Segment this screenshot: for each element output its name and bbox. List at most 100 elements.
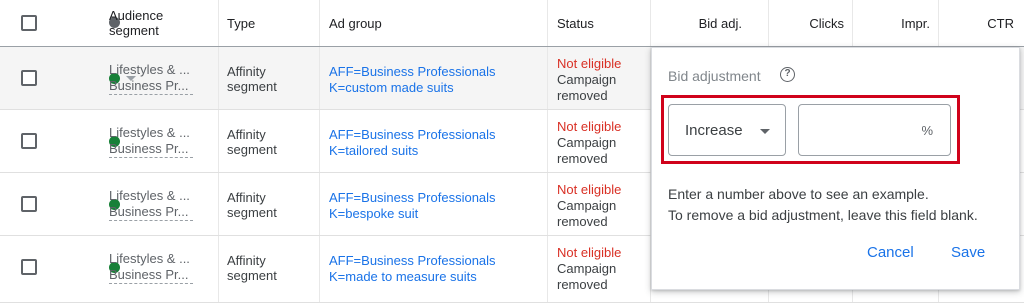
header-ad-group-label: Ad group [329, 16, 382, 31]
bid-adjustment-input[interactable] [807, 119, 917, 141]
row-segment-cell: Lifestyles & ... Business Pr... [100, 173, 219, 235]
row-checkbox-cell [0, 173, 50, 235]
status-line3: removed [557, 151, 608, 166]
row-checkbox[interactable] [21, 196, 37, 212]
segment-type: Affinity segment [227, 127, 277, 157]
table-header: Audience segment Type Ad group Status Bi… [0, 0, 1024, 47]
status-not-eligible[interactable]: Not eligible [557, 56, 621, 72]
type-line1: Affinity [227, 253, 266, 268]
select-value: Increase [685, 122, 743, 139]
chevron-down-icon [760, 129, 770, 134]
ad-group-line1: AFF=Business Professionals [329, 190, 496, 205]
row-checkbox-cell [0, 47, 50, 109]
ad-group-line1: AFF=Business Professionals [329, 64, 496, 79]
row-status-cell [50, 173, 120, 235]
row-type-cell: Affinity segment [219, 236, 320, 302]
row-ad-group-cell: AFF=Business Professionals K=bespoke sui… [320, 173, 548, 235]
header-type-label: Type [227, 16, 256, 31]
row-status-text-cell: Not eligible Campaign removed [548, 236, 651, 302]
helper-text-line1: Enter a number above to see an example. [668, 186, 929, 202]
header-impr[interactable]: Impr. [853, 0, 939, 46]
status-not-eligible[interactable]: Not eligible [557, 245, 621, 261]
row-checkbox-cell [0, 110, 50, 172]
save-button[interactable]: Save [951, 244, 985, 261]
cancel-button[interactable]: Cancel [867, 244, 914, 261]
ad-group-link[interactable]: AFF=Business Professionals K=custom made… [329, 64, 496, 96]
bid-adjustment-popup: Bid adjustment ? Increase % Enter a numb… [651, 47, 1020, 290]
segment-line2: Business Pr... [109, 204, 193, 221]
header-type[interactable]: Type [219, 0, 320, 46]
segment-line2: Business Pr... [109, 78, 193, 95]
header-bid-adj[interactable]: Bid adj. [651, 0, 769, 46]
row-ad-group-cell: AFF=Business Professionals K=custom made… [320, 47, 548, 109]
row-segment-cell: Lifestyles & ... Business Pr... [100, 110, 219, 172]
row-status-cell [50, 47, 136, 109]
type-line2: segment [227, 142, 277, 157]
segment-line1: Lifestyles & ... [109, 251, 190, 266]
row-segment-cell: Lifestyles & ... Business Pr... [100, 236, 219, 302]
status-text: Not eligible Campaign removed [557, 56, 621, 104]
status-line3: removed [557, 214, 608, 229]
header-status-label: Status [557, 16, 594, 31]
audience-segment-name[interactable]: Lifestyles & ... Business Pr... [109, 251, 209, 284]
status-line3: removed [557, 277, 608, 292]
row-checkbox[interactable] [21, 259, 37, 275]
status-text: Not eligible Campaign removed [557, 245, 621, 293]
segment-type: Affinity segment [227, 253, 277, 283]
header-clicks[interactable]: Clicks [769, 0, 853, 46]
percent-suffix: % [921, 123, 933, 138]
ad-group-line2: K=bespoke suit [329, 206, 419, 221]
type-line1: Affinity [227, 190, 266, 205]
audience-segment-name[interactable]: Lifestyles & ... Business Pr... [109, 188, 209, 221]
row-ad-group-cell: AFF=Business Professionals K=made to mea… [320, 236, 548, 302]
adjustment-direction-select[interactable]: Increase [668, 104, 786, 156]
status-text: Not eligible Campaign removed [557, 119, 621, 167]
header-status[interactable]: Status [548, 0, 651, 46]
helper-text-line2: To remove a bid adjustment, leave this f… [668, 207, 978, 223]
segment-type: Affinity segment [227, 64, 277, 94]
status-line2: Campaign [557, 261, 617, 276]
select-all-checkbox[interactable] [21, 15, 37, 31]
segment-line1: Lifestyles & ... [109, 62, 190, 77]
row-status-text-cell: Not eligible Campaign removed [548, 173, 651, 235]
header-bid-adj-label: Bid adj. [698, 16, 742, 31]
ad-group-line1: AFF=Business Professionals [329, 253, 496, 268]
header-ctr[interactable]: CTR [939, 0, 1024, 46]
status-line2: Campaign [557, 135, 617, 150]
header-status-dot-cell [50, 0, 120, 46]
header-ad-group[interactable]: Ad group [320, 0, 548, 46]
status-line2: Campaign [557, 198, 617, 213]
header-clicks-label: Clicks [809, 16, 844, 31]
segment-line1: Lifestyles & ... [109, 188, 190, 203]
ad-group-line2: K=made to measure suits [329, 269, 477, 284]
row-checkbox-cell [0, 236, 50, 302]
row-segment-cell: Lifestyles & ... Business Pr... [100, 47, 219, 109]
row-type-cell: Affinity segment [219, 47, 320, 109]
type-line2: segment [227, 205, 277, 220]
header-audience-segment-line1: Audience [109, 8, 164, 23]
row-status-cell [50, 236, 120, 302]
audience-segment-name[interactable]: Lifestyles & ... Business Pr... [109, 125, 209, 158]
type-line2: segment [227, 268, 277, 283]
status-not-eligible[interactable]: Not eligible [557, 119, 621, 135]
status-text: Not eligible Campaign removed [557, 182, 621, 230]
type-line1: Affinity [227, 64, 266, 79]
type-line1: Affinity [227, 127, 266, 142]
row-status-text-cell: Not eligible Campaign removed [548, 110, 651, 172]
row-status-text-cell: Not eligible Campaign removed [548, 47, 651, 109]
segment-line2: Business Pr... [109, 267, 193, 284]
ad-group-link[interactable]: AFF=Business Professionals K=made to mea… [329, 253, 496, 285]
ad-group-link[interactable]: AFF=Business Professionals K=bespoke sui… [329, 190, 496, 222]
row-checkbox[interactable] [21, 70, 37, 86]
row-checkbox[interactable] [21, 133, 37, 149]
status-not-eligible[interactable]: Not eligible [557, 182, 621, 198]
help-circle-icon[interactable]: ? [780, 67, 795, 82]
header-checkbox-cell [0, 0, 50, 46]
status-line3: removed [557, 88, 608, 103]
ad-group-link[interactable]: AFF=Business Professionals K=tailored su… [329, 127, 496, 159]
audience-segment-name[interactable]: Lifestyles & ... Business Pr... [109, 62, 209, 95]
status-line2: Campaign [557, 72, 617, 87]
header-audience-segment[interactable]: Audience segment [100, 0, 219, 46]
header-impr-label: Impr. [901, 16, 930, 31]
segment-type: Affinity segment [227, 190, 277, 220]
